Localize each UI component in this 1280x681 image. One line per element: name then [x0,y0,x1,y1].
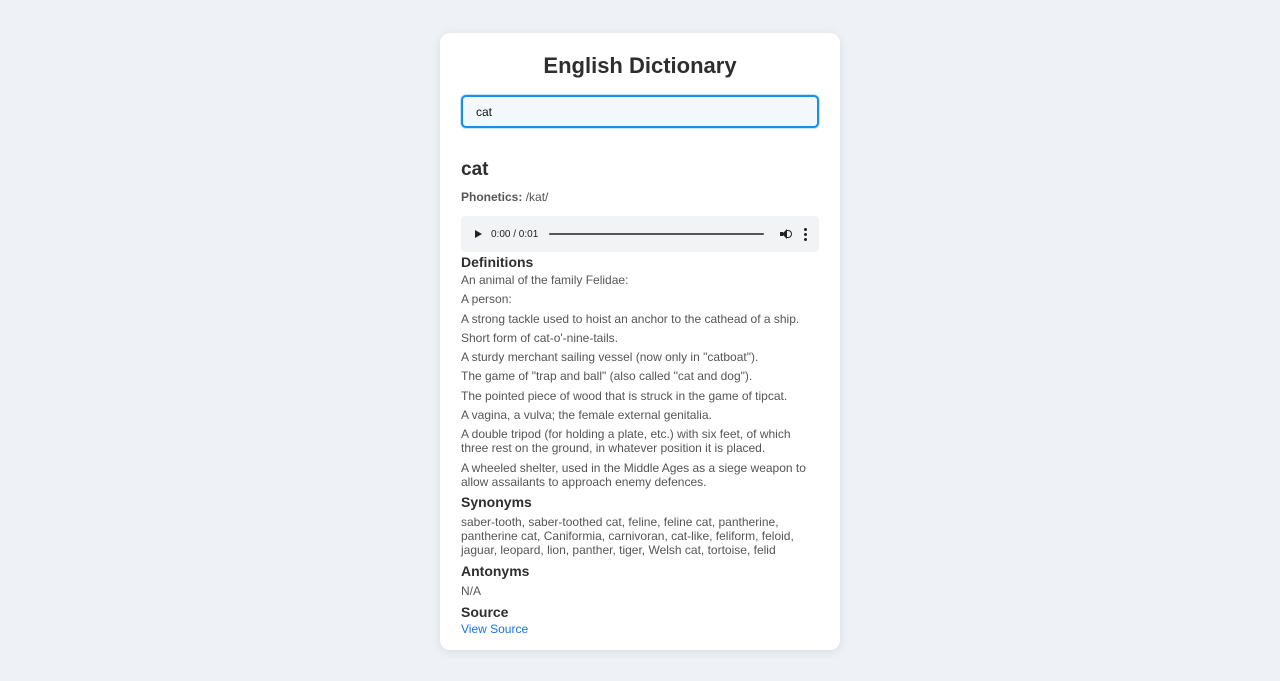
definitions-heading: Definitions [461,254,534,270]
audio-player: 0:00 / 0:01 [461,216,819,252]
source-heading: Source [461,603,509,620]
antonyms-text: N/A [461,583,482,598]
definition-item: Short form of cat-o'-nine-tails. [461,330,619,345]
definition-item: A person: [461,292,512,307]
audio-progress-bar[interactable] [549,233,764,235]
antonyms-heading: Antonyms [461,562,530,579]
synonyms-text: saber-tooth, saber-toothed cat, feline, … [461,514,794,557]
definition-item: An animal of the family Felidae: [461,273,629,287]
definition-item: A strong tackle used to hoist an anchor … [461,311,800,326]
definitions-list: An animal of the family Felidae: A perso… [461,273,819,489]
volume-icon[interactable] [780,228,792,240]
definition-item: A wheeled shelter, used in the Middle Ag… [461,460,806,489]
result-word: cat [461,159,489,180]
dictionary-card: English Dictionary cat Phonetics: /kat/ … [440,33,840,650]
definition-item: A sturdy merchant sailing vessel (now on… [461,350,759,365]
definition-item: A vagina, a vulva; the female external g… [461,408,712,423]
definition-item: The game of "trap and ball" (also called… [461,369,753,384]
more-options-icon[interactable] [804,227,807,241]
definition-item: The pointed piece of wood that is struck… [461,388,788,403]
phonetics-value: /kat/ [525,190,549,204]
audio-time: 0:00 / 0:01 [491,228,539,240]
phonetics: Phonetics: /kat/ [461,189,819,205]
app-title: English Dictionary [543,53,737,78]
search-input[interactable] [461,95,819,128]
phonetics-label: Phonetics: [461,190,523,204]
definition-item: A double tripod (for holding a plate, et… [461,427,791,456]
view-source-link[interactable]: View Source [461,622,528,636]
play-icon[interactable] [475,230,482,238]
synonyms-heading: Synonyms [461,493,532,510]
